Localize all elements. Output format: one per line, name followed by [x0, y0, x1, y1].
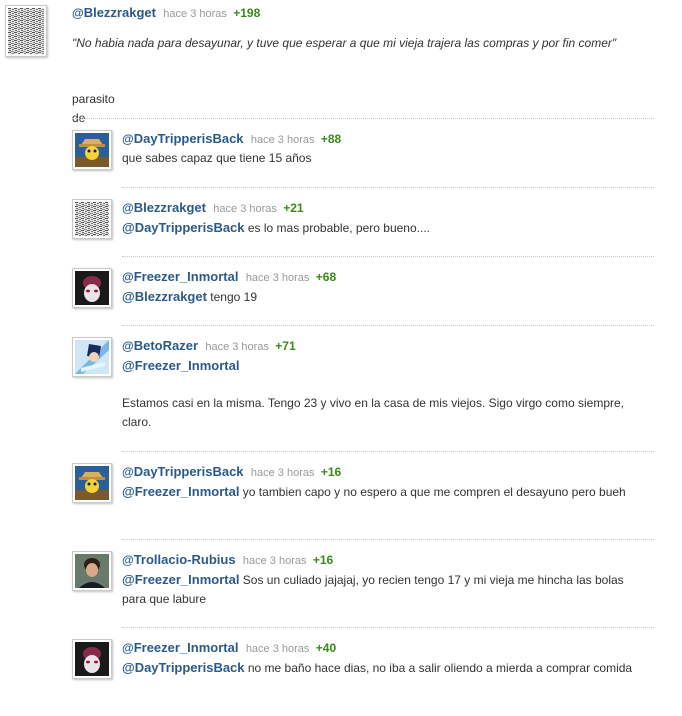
author-link[interactable]: @DayTripperisBack — [122, 131, 244, 146]
alien-face-avatar-icon — [75, 271, 109, 305]
timestamp: hace 3 horas — [213, 203, 277, 215]
divider — [122, 539, 654, 540]
author-link[interactable]: @Blezzrakget — [72, 5, 156, 20]
anime-blue-avatar-icon — [75, 340, 109, 374]
cartoon-hat-avatar-icon — [75, 133, 109, 167]
mention-link[interactable]: @Blezzrakget — [122, 289, 207, 304]
cartoon-hat-avatar-icon — [75, 466, 109, 500]
timestamp: hace 3 horas — [242, 555, 307, 567]
avatar[interactable] — [72, 639, 112, 679]
avatar[interactable] — [72, 130, 112, 170]
alien-face-avatar-icon — [75, 642, 109, 676]
person-photo-avatar-icon — [75, 554, 109, 588]
comment-text: @Freezer_Inmortal yo tambien capo y no e… — [122, 484, 626, 499]
divider — [122, 256, 654, 257]
comment-text: @Blezzrakget tengo 19 — [122, 289, 257, 304]
score-badge: +21 — [283, 201, 304, 215]
divider — [122, 325, 654, 326]
mention-link[interactable]: @DayTripperisBack — [122, 660, 245, 675]
static-noise-avatar-icon — [8, 8, 44, 54]
comment-text: @DayTripperisBack es lo mas probable, pe… — [122, 220, 430, 235]
mention-line: @Freezer_Inmortal — [122, 356, 652, 376]
avatar[interactable] — [72, 463, 112, 503]
timestamp: hace 3 horas — [205, 341, 269, 353]
timestamp: hace 3 horas — [250, 467, 315, 479]
timestamp: hace 3 horas — [245, 272, 310, 284]
avatar[interactable] — [72, 551, 112, 591]
quoted-text: "No habia nada para desayunar, y tuve qu… — [72, 36, 617, 50]
comment-text: que sabes capaz que tiene 15 años — [122, 151, 312, 165]
avatar[interactable] — [5, 5, 47, 57]
author-link[interactable]: @Blezzrakget — [122, 200, 206, 215]
mention-link[interactable]: @Freezer_Inmortal — [122, 484, 239, 499]
mention-link[interactable]: @Freezer_Inmortal — [122, 572, 239, 587]
static-noise-avatar-icon — [75, 202, 109, 236]
score-badge: +68 — [315, 270, 337, 284]
author-link[interactable]: @BetoRazer — [122, 338, 198, 353]
timestamp: hace 3 horas — [163, 8, 227, 20]
score-badge: +88 — [320, 132, 342, 146]
score-badge: +198 — [233, 6, 261, 20]
mention-link[interactable]: @Freezer_Inmortal — [122, 358, 239, 373]
divider — [122, 187, 654, 188]
author-link[interactable]: @Freezer_Inmortal — [122, 269, 238, 284]
score-badge: +16 — [312, 553, 334, 567]
comment-text: @Freezer_Inmortal Sos un culiado jajajaj… — [122, 572, 624, 606]
author-link[interactable]: @DayTripperisBack — [122, 464, 244, 479]
comment-text: Estamos casi en la misma. Tengo 23 y viv… — [122, 396, 624, 429]
avatar[interactable] — [72, 268, 112, 308]
comment-text: @DayTripperisBack no me baño hace dias, … — [122, 660, 633, 675]
divider — [72, 118, 654, 119]
score-badge: +16 — [320, 465, 342, 479]
score-badge: +40 — [315, 641, 337, 655]
score-badge: +71 — [275, 339, 296, 353]
divider — [122, 451, 654, 452]
author-link[interactable]: @Trollacio-Rubius — [122, 552, 236, 567]
avatar[interactable] — [72, 199, 112, 239]
mention-link[interactable]: @DayTripperisBack — [122, 220, 245, 235]
avatar[interactable] — [72, 337, 112, 377]
divider — [122, 627, 654, 628]
author-link[interactable]: @Freezer_Inmortal — [122, 640, 238, 655]
timestamp: hace 3 horas — [245, 643, 310, 655]
comment-thread: @Blezzrakget hace 3 horas +198 "No habia… — [0, 0, 682, 716]
timestamp: hace 3 horas — [250, 134, 315, 146]
